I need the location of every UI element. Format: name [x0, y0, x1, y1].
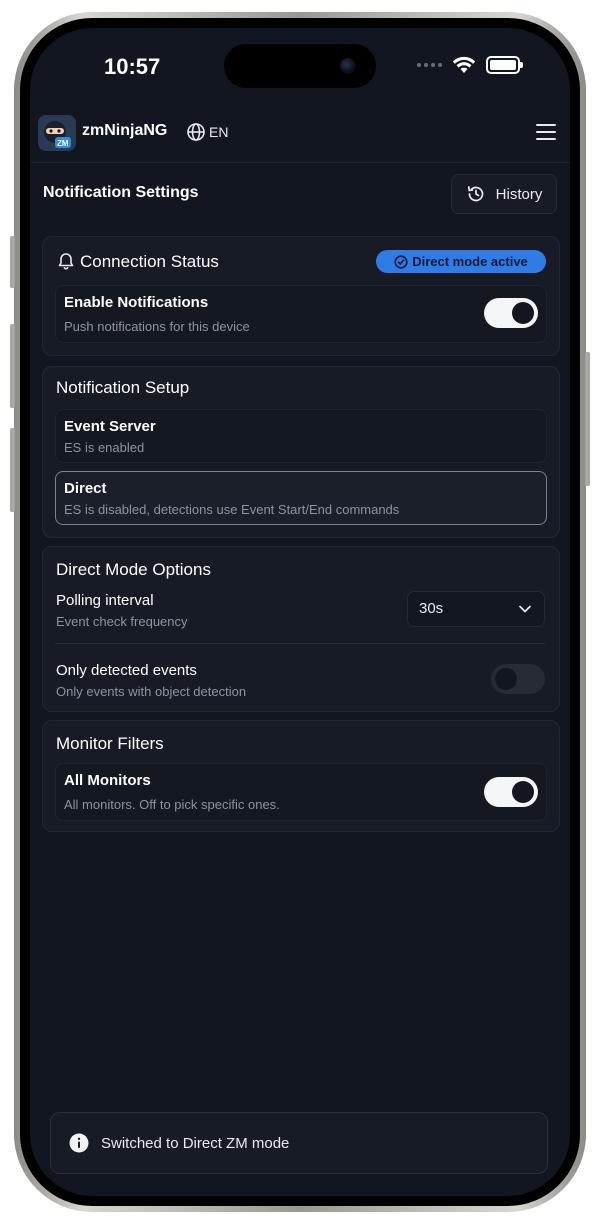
info-icon	[69, 1133, 89, 1153]
chevron-down-icon	[519, 605, 531, 613]
only-detected-label: Only detected events	[56, 662, 197, 679]
option-description: ES is disabled, detections use Event Sta…	[64, 502, 400, 517]
volume-up-button	[10, 324, 15, 408]
all-monitors-toggle[interactable]	[484, 777, 538, 807]
notification-setup-title: Notification Setup	[56, 378, 190, 397]
monitor-filters-card: Monitor Filters All Monitors All monitor…	[42, 720, 560, 832]
volume-down-button	[10, 428, 15, 512]
action-button	[10, 236, 15, 288]
polling-interval-description: Event check frequency	[56, 614, 188, 629]
connection-status-title: Connection Status	[80, 252, 219, 271]
enable-notifications-label: Enable Notifications	[64, 294, 209, 311]
all-monitors-row: All Monitors All monitors. Off to pick s…	[55, 763, 547, 821]
screen: 10:57 ZM zmNinjaNG EN Notification Setti…	[30, 28, 570, 1196]
cellular-signal-icon	[417, 63, 442, 67]
history-label: History	[495, 185, 543, 203]
polling-interval-value: 30s	[419, 600, 444, 617]
bell-icon	[58, 253, 74, 270]
all-monitors-description: All monitors. Off to pick specific ones.	[64, 797, 280, 812]
app-logo[interactable]: ZM	[38, 115, 76, 151]
status-icons	[417, 56, 523, 74]
app-header: ZM zmNinjaNG EN	[30, 112, 570, 163]
app-name: zmNinjaNG	[82, 122, 168, 139]
option-label: Event Server	[64, 418, 156, 435]
option-description: ES is enabled	[64, 440, 145, 455]
power-button	[585, 352, 590, 486]
option-direct[interactable]: Direct ES is disabled, detections use Ev…	[55, 471, 547, 525]
monitor-filters-title: Monitor Filters	[56, 734, 164, 753]
wifi-icon	[452, 56, 476, 73]
history-icon	[467, 186, 483, 202]
dynamic-island	[224, 44, 376, 88]
status-badge: Direct mode active	[376, 250, 546, 273]
camera-icon	[340, 58, 356, 74]
battery-icon	[486, 56, 523, 74]
polling-interval-select[interactable]: 30s	[407, 591, 545, 627]
menu-button[interactable]	[536, 124, 556, 140]
check-circle-icon	[394, 254, 408, 269]
page-title: Notification Settings	[43, 184, 199, 201]
divider	[55, 643, 545, 644]
option-label: Direct	[64, 480, 107, 497]
status-badge-label: Direct mode active	[412, 254, 528, 269]
enable-notifications-toggle[interactable]	[484, 298, 538, 328]
svg-text:ZM: ZM	[57, 139, 69, 148]
only-detected-toggle[interactable]	[491, 664, 545, 694]
language-selector[interactable]: EN	[186, 122, 228, 142]
toast-notification: Switched to Direct ZM mode	[50, 1112, 548, 1174]
language-label: EN	[209, 124, 229, 140]
connection-status-card: Connection Status Direct mode active Ena…	[42, 236, 560, 356]
history-button[interactable]: History	[451, 174, 557, 214]
direct-mode-options-card: Direct Mode Options Polling interval Eve…	[42, 546, 560, 712]
enable-notifications-description: Push notifications for this device	[64, 319, 250, 334]
only-detected-description: Only events with object detection	[56, 684, 247, 699]
globe-icon	[187, 123, 205, 141]
option-event-server[interactable]: Event Server ES is enabled	[55, 409, 547, 463]
hamburger-icon	[536, 124, 556, 126]
all-monitors-label: All Monitors	[64, 772, 151, 789]
polling-interval-label: Polling interval	[56, 592, 154, 609]
notification-setup-card: Notification Setup Event Server ES is en…	[42, 366, 560, 538]
enable-notifications-row: Enable Notifications Push notifications …	[55, 285, 547, 343]
toast-message: Switched to Direct ZM mode	[101, 1134, 290, 1152]
direct-mode-options-title: Direct Mode Options	[56, 560, 211, 579]
status-time: 10:57	[104, 54, 161, 79]
